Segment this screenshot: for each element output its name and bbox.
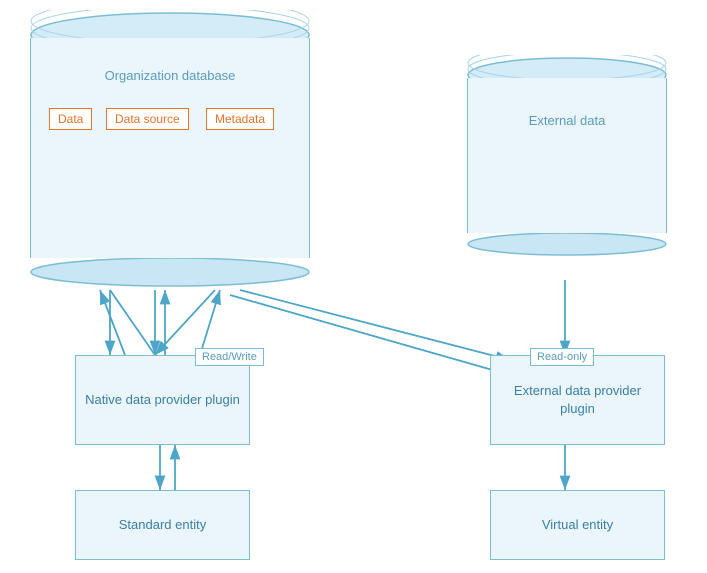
diagram-container: Organization database Data Data source M… xyxy=(0,0,707,573)
read-write-badge: Read/Write xyxy=(195,348,264,366)
external-provider-box: External data provider plugin xyxy=(490,355,665,445)
org-db-label: Organization database xyxy=(105,68,236,83)
standard-entity-box: Standard entity xyxy=(75,490,250,560)
read-only-badge: Read-only xyxy=(530,348,594,366)
native-provider-box: Native data provider plugin xyxy=(75,355,250,445)
virtual-entity-label: Virtual entity xyxy=(542,516,613,534)
native-provider-label: Native data provider plugin xyxy=(85,391,240,409)
tag-metadata: Metadata xyxy=(206,108,274,130)
tag-data: Data xyxy=(49,108,92,130)
tag-datasource: Data source xyxy=(106,108,189,130)
ext-database-cylinder: External data xyxy=(467,55,667,256)
ext-db-label: External data xyxy=(529,113,606,128)
org-db-bottom xyxy=(30,257,310,287)
standard-entity-label: Standard entity xyxy=(119,516,206,534)
virtual-entity-box: Virtual entity xyxy=(490,490,665,560)
external-provider-label: External data provider plugin xyxy=(499,382,656,418)
ext-db-bottom xyxy=(467,232,667,256)
org-database-cylinder: Organization database Data Data source M… xyxy=(30,10,310,287)
